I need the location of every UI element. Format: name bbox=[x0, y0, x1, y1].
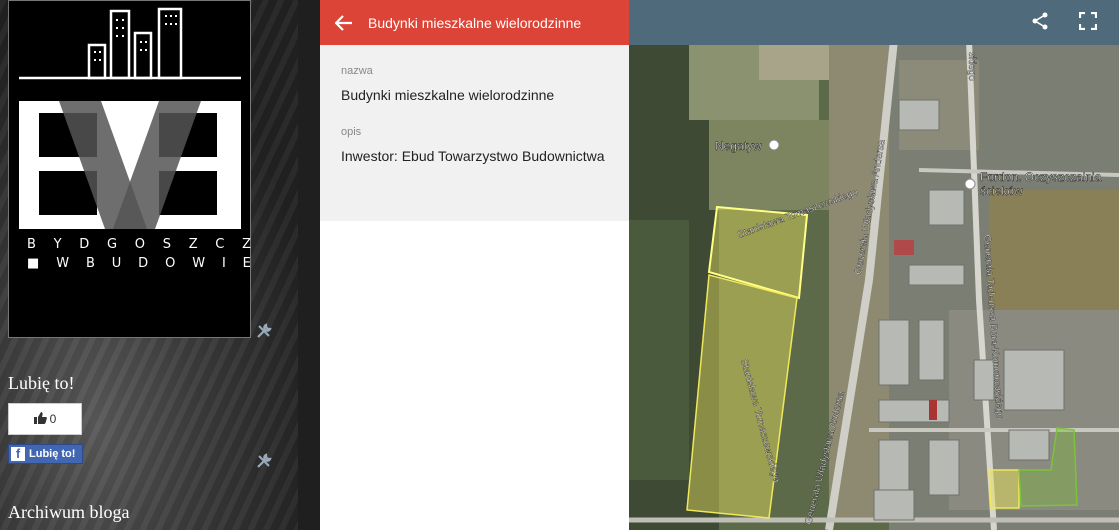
edit-wrench-icon-2[interactable] bbox=[255, 452, 273, 475]
satellite-map: Negatyw Fordon. Oczyszczalnia ścieków St… bbox=[629, 0, 1119, 530]
like-count: 0 bbox=[49, 412, 57, 426]
brand-letter: D bbox=[138, 256, 149, 271]
brand-letter: W bbox=[56, 256, 70, 271]
map-toolbar bbox=[629, 0, 1119, 45]
panel-body: nazwa Budynki mieszkalne wielorodzinne o… bbox=[320, 45, 629, 221]
brand-letter: G bbox=[107, 237, 118, 252]
fullscreen-icon[interactable] bbox=[1078, 11, 1098, 35]
brand-letter: E bbox=[242, 256, 251, 271]
like-count-button[interactable]: 0 bbox=[8, 403, 82, 435]
brand-letter: D bbox=[79, 237, 90, 252]
map-label-skiego: skiego bbox=[966, 52, 977, 81]
blog-archive-title: Archiwum bloga bbox=[8, 502, 130, 522]
description-field-label: opis bbox=[341, 126, 362, 138]
brand-letter: U bbox=[111, 256, 122, 271]
map-label-fordon-1: Fordon. Oczyszczalnia bbox=[980, 170, 1102, 184]
name-field-label: nazwa bbox=[341, 65, 373, 77]
brand-letter: C bbox=[215, 237, 225, 252]
feature-details-panel: Budynki mieszkalne wielorodzinne nazwa B… bbox=[320, 0, 629, 530]
map-view[interactable]: Negatyw Fordon. Oczyszczalnia ścieków St… bbox=[629, 0, 1119, 530]
brand-letter: B bbox=[85, 256, 95, 271]
map-label-fordon-2: ścieków bbox=[980, 184, 1023, 198]
brand-letter: Y bbox=[53, 237, 62, 252]
brand-line-wbudowie: ■ W B U D O W I E bbox=[27, 256, 251, 271]
brand-letter: Z bbox=[188, 237, 198, 252]
thumbs-up-icon bbox=[33, 411, 47, 427]
facebook-like-button[interactable]: f Lubię to! bbox=[8, 444, 83, 464]
panel-title: Budynki mieszkalne wielorodzinne bbox=[368, 14, 582, 31]
brand-letter: O bbox=[134, 237, 146, 252]
brand-letter: ■ bbox=[27, 256, 40, 271]
share-icon[interactable] bbox=[1031, 12, 1049, 35]
facebook-like-label: Lubię to! bbox=[29, 448, 76, 460]
brand-letter: S bbox=[162, 237, 171, 252]
logo-graphic bbox=[19, 7, 241, 229]
description-field-value: Inwestor: Ebud Towarzystwo Budownictwa bbox=[341, 148, 605, 164]
back-arrow-icon[interactable] bbox=[320, 0, 368, 45]
brand-letter: Z bbox=[242, 237, 251, 252]
like-widget-title: Lubię to! bbox=[8, 373, 75, 393]
panel-header: Budynki mieszkalne wielorodzinne bbox=[320, 0, 629, 45]
brand-letter: I bbox=[221, 256, 226, 271]
map-label-negatyw: Negatyw bbox=[715, 139, 762, 153]
name-field-value: Budynki mieszkalne wielorodzinne bbox=[341, 87, 555, 103]
blog-logo[interactable]: B Y D G O S Z C Z ■ W B U D O W I E bbox=[8, 0, 251, 338]
brand-letter: W bbox=[192, 256, 206, 271]
blog-edge-strip bbox=[298, 0, 320, 530]
facebook-icon: f bbox=[11, 447, 25, 461]
brand-letter: B bbox=[27, 237, 36, 252]
brand-letter: O bbox=[165, 256, 176, 271]
brand-line-bydgoszcz: B Y D G O S Z C Z bbox=[27, 237, 251, 252]
edit-wrench-icon[interactable] bbox=[255, 322, 273, 345]
